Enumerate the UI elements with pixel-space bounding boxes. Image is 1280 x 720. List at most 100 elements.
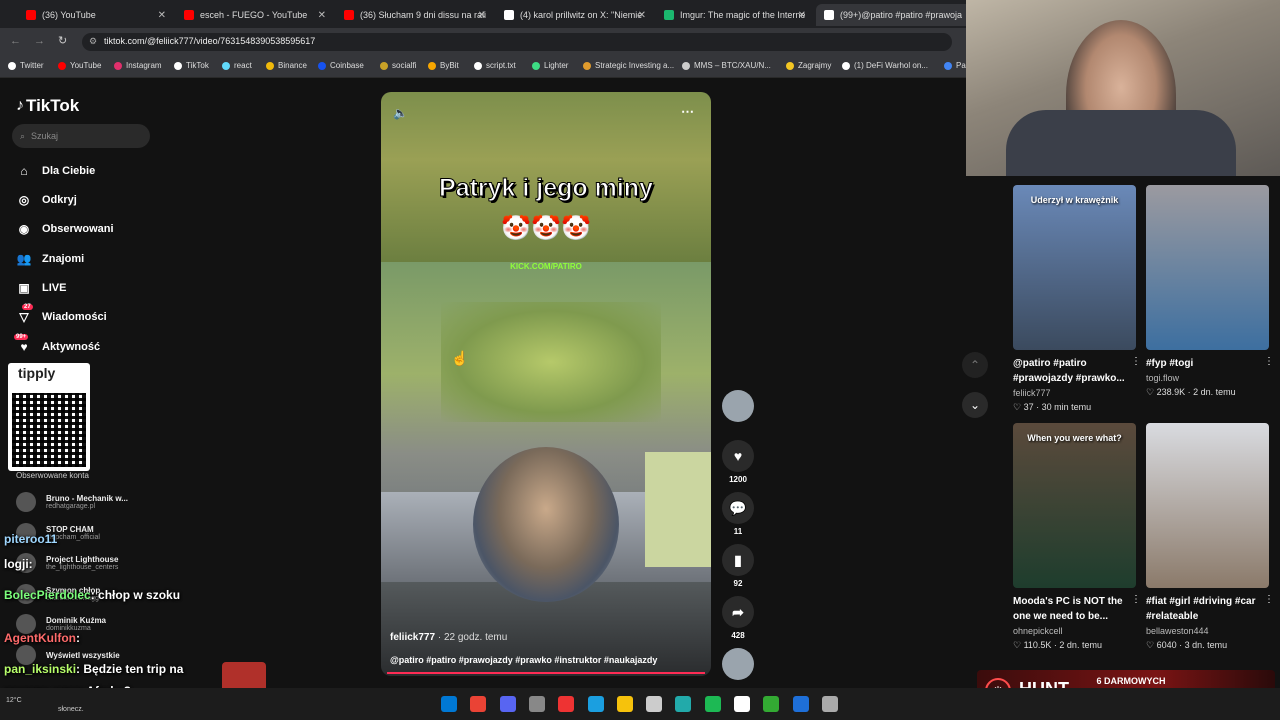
bookmark-item[interactable]: MMS – BTC/XAU/N... — [682, 61, 771, 70]
search-input[interactable]: ⌕ Szukaj — [12, 124, 150, 148]
like-button[interactable]: ♥ 1200 — [722, 440, 754, 484]
more-options-icon[interactable]: ⋮ — [1264, 594, 1274, 605]
save-button[interactable]: ▮ 92 — [722, 544, 754, 588]
chat-username: pan_iksinski — [4, 662, 77, 676]
app-icon[interactable] — [792, 696, 809, 712]
bookmark-label: Strategic Investing a... — [595, 61, 675, 70]
bookmark-item[interactable]: Zagrajmy — [786, 61, 831, 70]
more-options-icon[interactable]: ⋯ — [681, 104, 694, 120]
recommended-thumbnail[interactable] — [1146, 423, 1269, 588]
browser-tab[interactable]: (36) Słucham 9 dni dissu na rali ✕ — [336, 4, 492, 26]
bookmark-icon — [318, 61, 326, 70]
browser-tab[interactable]: (99+)@patiro #patiro #prawoja✕ — [816, 4, 980, 26]
chrome-icon[interactable] — [470, 696, 487, 712]
author-avatar[interactable] — [722, 390, 754, 425]
app-icon[interactable] — [821, 696, 838, 712]
bookmark-item[interactable]: (1) DeFi Warhol on... — [842, 61, 928, 70]
bookmark-item[interactable]: script.txt — [474, 61, 516, 70]
browser-tab[interactable]: Imgur: The magic of the Interne ✕ — [656, 4, 812, 26]
forward-icon[interactable]: → — [34, 35, 45, 47]
recommended-thumbnail[interactable]: When you were what? — [1013, 423, 1136, 588]
chat-username: logji — [4, 557, 29, 571]
more-options-icon[interactable]: ⋮ — [1131, 356, 1141, 367]
bookmark-item[interactable]: Binance — [266, 61, 307, 70]
recommended-user[interactable]: togi.flow — [1146, 373, 1179, 383]
more-options-icon[interactable]: ⋮ — [1131, 594, 1141, 605]
close-tab-icon[interactable]: ✕ — [798, 10, 806, 21]
next-video-button[interactable]: ⌄ — [962, 392, 988, 418]
close-tab-icon[interactable]: ✕ — [158, 10, 166, 21]
start-icon[interactable] — [441, 696, 457, 712]
bookmark-label: MMS – BTC/XAU/N... — [694, 61, 771, 70]
url-input[interactable]: ⚙ tiktok.com/@feliick777/video/763154839… — [82, 33, 952, 51]
nav-compass[interactable]: ◎ Odkryj — [16, 192, 77, 208]
recommended-user[interactable]: feliick777 — [1013, 388, 1051, 398]
spotify-icon[interactable] — [704, 696, 721, 712]
browser-tab[interactable]: esceh - FUEGO - YouTube ✕ — [176, 4, 332, 26]
close-tab-icon[interactable]: ✕ — [478, 10, 486, 21]
following-account[interactable]: Bruno - Mechanik w... redhatgarage.pl — [16, 492, 128, 512]
volume-icon[interactable]: 🔈 — [393, 106, 408, 120]
recommended-title[interactable]: Mooda's PC is NOT the one we need to be.… — [1013, 594, 1131, 624]
bookmark-item[interactable]: TikTok — [174, 61, 209, 70]
back-icon[interactable]: ← — [10, 35, 21, 47]
recommended-user[interactable]: bellaweston444 — [1146, 626, 1209, 636]
bookmark-item[interactable]: Instagram — [114, 61, 162, 70]
bookmark-item[interactable]: Lighter — [532, 61, 568, 70]
reload-icon[interactable]: ↻ — [58, 34, 67, 47]
app-icon[interactable] — [646, 696, 663, 712]
browser-tab[interactable]: (4) karol prillwitz on X: "Niemie ✕ — [496, 4, 652, 26]
music-disc[interactable] — [722, 648, 754, 683]
previous-video-button[interactable]: ⌃ — [962, 352, 988, 378]
comment-button[interactable]: 💬 11 — [722, 492, 754, 536]
nav-following[interactable]: ◉ Obserwowani — [16, 221, 114, 237]
close-tab-icon[interactable]: ✕ — [318, 10, 326, 21]
chat-message: AgentKulfon: — [4, 631, 80, 645]
recommended-title[interactable]: #fiat #girl #driving #car #relateable — [1146, 594, 1264, 624]
bookmark-icon — [8, 61, 16, 70]
discord-icon[interactable] — [499, 696, 516, 712]
bookmark-item[interactable]: ByBit — [428, 61, 459, 70]
recommended-user[interactable]: ohnepickcell — [1013, 626, 1063, 636]
recommended-thumbnail[interactable]: Uderzył w krawężnik — [1013, 185, 1136, 350]
app-icon[interactable] — [675, 696, 692, 712]
browser-tab[interactable]: (36) YouTube ✕ — [18, 4, 172, 26]
tiktok-logo[interactable]: ♪ TikTok — [16, 96, 79, 116]
weather-text: słonecz. — [58, 706, 84, 713]
nav-live[interactable]: ▣ LIVE — [16, 280, 66, 296]
telegram-icon[interactable] — [587, 696, 604, 712]
bookmark-item[interactable]: Coinbase — [318, 61, 364, 70]
video-player[interactable]: 🔈 ⋯ Patryk i jego miny 🤡🤡🤡 KICK.COM/PATI… — [381, 92, 711, 676]
app-icon[interactable] — [558, 696, 575, 712]
video-caption[interactable]: @patiro #patiro #prawojazdy #prawko #ins… — [390, 655, 657, 665]
weather-widget[interactable]: 12°C — [6, 696, 22, 705]
bookmark-item[interactable]: react — [222, 61, 252, 70]
more-options-icon[interactable]: ⋮ — [1264, 356, 1274, 367]
share-button[interactable]: ➦ 428 — [722, 596, 754, 640]
recommended-title[interactable]: @patiro #patiro #prawojazdy #prawko... — [1013, 356, 1131, 386]
bookmark-item[interactable]: socialfi — [380, 61, 416, 70]
nav-friends[interactable]: 👥 Znajomi — [16, 251, 85, 267]
recommended-thumbnail[interactable] — [1146, 185, 1269, 350]
bookmark-item[interactable]: YouTube — [58, 61, 101, 70]
folder-icon[interactable] — [616, 696, 633, 712]
bookmark-item[interactable]: Strategic Investing a... — [583, 61, 674, 70]
bookmark-icon — [266, 61, 274, 70]
tab-title: (36) Słucham 9 dni dissu na rali — [360, 10, 487, 20]
app-icon[interactable] — [528, 696, 545, 712]
nav-home[interactable]: ⌂ Dla Ciebie — [16, 163, 95, 179]
video-author[interactable]: feliick777 — [390, 632, 435, 643]
nav-label: Dla Ciebie — [42, 165, 96, 177]
recommended-title[interactable]: #fyp #togi — [1146, 356, 1264, 371]
video-progress-bar[interactable] — [387, 672, 705, 674]
bookmark-item[interactable]: Twitter — [8, 61, 44, 70]
clown-emojis: 🤡🤡🤡 — [501, 215, 591, 242]
nav-activity[interactable]: ♥ 99+ Aktywność — [14, 334, 100, 355]
chat-text: : — [75, 631, 80, 645]
app-icon[interactable] — [734, 696, 750, 712]
site-info-icon[interactable]: ⚙ — [89, 36, 97, 47]
bookmark-item[interactable]: Pa — [944, 61, 966, 70]
nav-messages[interactable]: ▽ 27 Wiadomości — [16, 304, 107, 325]
app-icon[interactable] — [763, 696, 780, 712]
close-tab-icon[interactable]: ✕ — [638, 10, 646, 21]
